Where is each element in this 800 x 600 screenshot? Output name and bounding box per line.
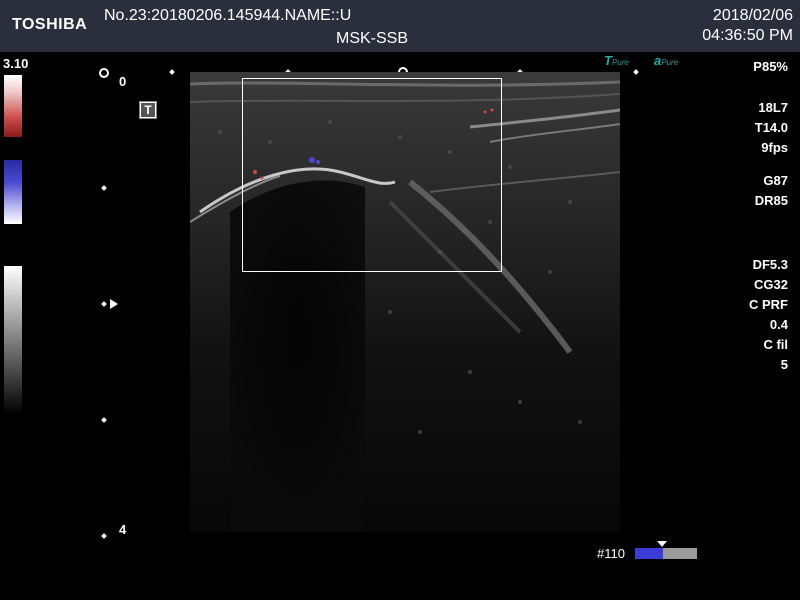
apure-logo: aPure [654, 53, 679, 68]
param-cprf-label: C PRF [749, 297, 788, 312]
t-icon-label: T [141, 103, 155, 117]
exam-time: 04:36:50 PM [702, 27, 793, 44]
cine-progress-bar[interactable] [635, 548, 697, 559]
param-doppler-freq: DF5.3 [752, 257, 788, 272]
exam-date: 2018/02/06 [712, 7, 793, 24]
transducer-t-icon[interactable]: T [139, 101, 157, 119]
param-probe: 18L7 [758, 100, 788, 115]
param-cprf-value: 0.4 [769, 317, 788, 332]
depth-tick [101, 185, 107, 191]
param-cfil-value: 5 [780, 357, 788, 372]
depth-label-bottom: 4 [119, 522, 127, 537]
param-power: P85% [753, 59, 788, 74]
param-gain: G87 [763, 173, 788, 188]
velocity-scale-value: 3.10 [3, 56, 29, 71]
doppler-color-bar-red [4, 75, 22, 137]
width-tick [633, 69, 639, 75]
image-quality-logos: TPure aPure [604, 53, 696, 68]
cine-progress-fill [635, 548, 663, 559]
cine-position-icon [657, 541, 667, 547]
frame-number: #110 [597, 546, 625, 561]
color-roi-box[interactable] [242, 78, 502, 272]
param-fps: 9fps [761, 140, 788, 155]
preset-name: MSK-SSB [336, 30, 409, 47]
width-tick [169, 69, 175, 75]
brand-logo: TOSHIBA [12, 16, 88, 33]
depth-tick [101, 301, 107, 307]
param-freq: T14.0 [754, 120, 788, 135]
tissue-pure-logo: TPure [604, 53, 629, 68]
top-info-bar: TOSHIBA No.23:20180206.145944.NAME::U MS… [0, 0, 800, 52]
patient-id: No.23:20180206.145944.NAME::U [104, 7, 352, 24]
param-color-gain: CG32 [754, 277, 788, 292]
depth-ring-marker [99, 68, 109, 78]
focus-marker-icon[interactable] [110, 299, 118, 309]
depth-tick [101, 417, 107, 423]
depth-label-top: 0 [119, 74, 127, 89]
doppler-color-bar-blue [4, 160, 22, 224]
depth-tick [101, 533, 107, 539]
grayscale-bar [4, 266, 22, 414]
param-dynamic-range: DR85 [754, 193, 788, 208]
param-cfil-label: C fil [763, 337, 788, 352]
